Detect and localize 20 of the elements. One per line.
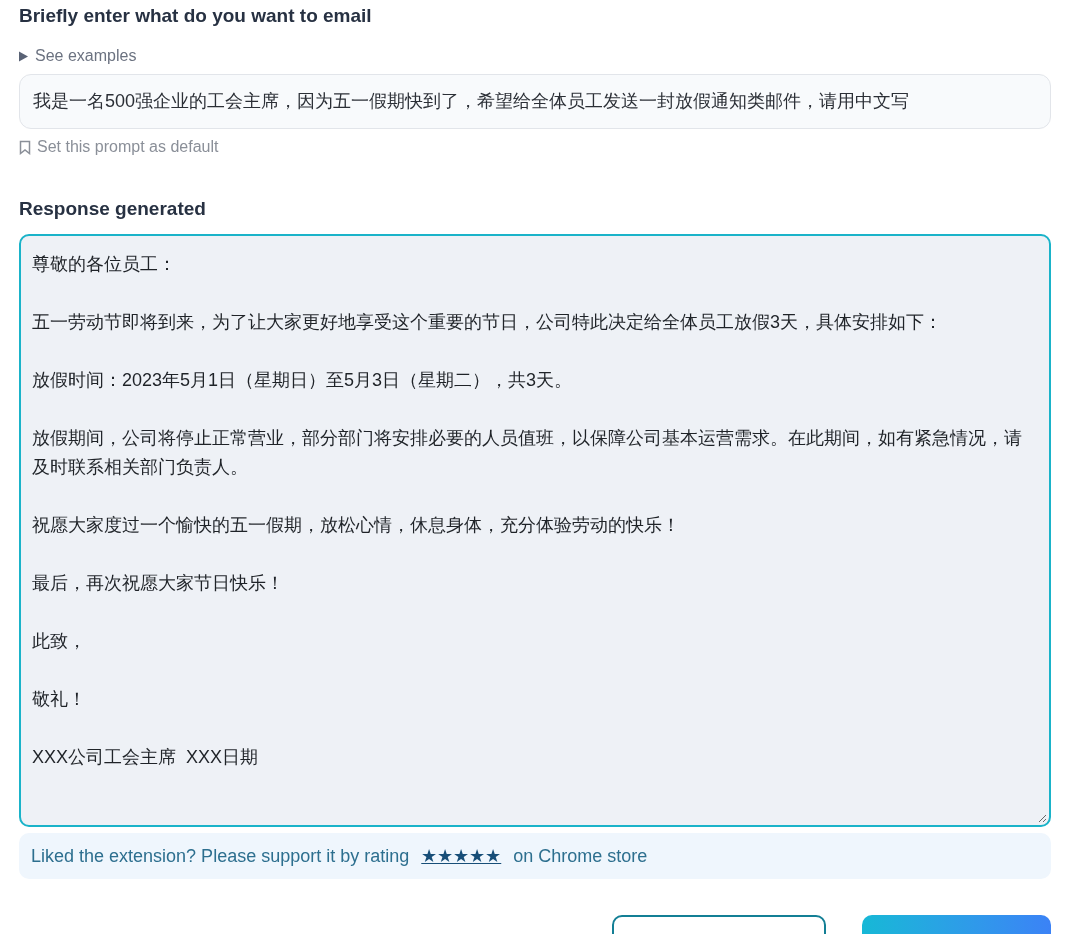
response-paragraph: 敬礼！ [32, 688, 87, 711]
prompt-input-field[interactable]: 我是一名500强企业的工会主席，因为五一假期快到了，希望给全体员工发送一封放假通知类邮件，请用中文写 [19, 74, 1051, 129]
see-examples-toggle[interactable]: See examples [19, 46, 137, 66]
bookmark-icon [19, 139, 31, 155]
response-paragraph: 尊敬的各位员工： [32, 253, 177, 276]
response-paragraph: XXX公司工会主席 XXX日期 [32, 746, 260, 769]
rating-stars-link[interactable]: ★★★★★ [421, 842, 502, 870]
response-paragraph: 五一劳动节即将到来，为了让大家更好地享受这个重要的节日，公司特此决定给全体员工放假3天，具体安排如下： [32, 311, 943, 334]
section-heading: Response generated [19, 197, 207, 221]
section-heading: Briefly enter what do you want to email [19, 4, 373, 28]
resize-handle-icon [1037, 813, 1047, 823]
banner-text: on Chrome store [513, 844, 648, 868]
response-paragraph: 放假期间，公司将停止正常营业，部分部门将安排必要的人员值班，以保障公司基本运营需求。在此期间，如有紧急情况，请及时联系相关部门负责人。 [32, 427, 1023, 479]
response-paragraph: 放假时间：2023年5月1日（星期日）至5月3日（星期二），共3天。 [32, 369, 574, 392]
banner-text: Liked the extension? Please support it by rating [31, 844, 410, 868]
disclosure-triangle-icon [19, 50, 29, 62]
response-paragraph: 祝愿大家度过一个愉快的五一假期，放松心情，休息身体，充分体验劳动的快乐！ [32, 514, 681, 537]
response-paragraph: 最后，再次祝愿大家节日快乐！ [32, 572, 285, 595]
response-paragraph: 此致， [32, 630, 87, 653]
response-text-area[interactable] [19, 234, 1051, 827]
